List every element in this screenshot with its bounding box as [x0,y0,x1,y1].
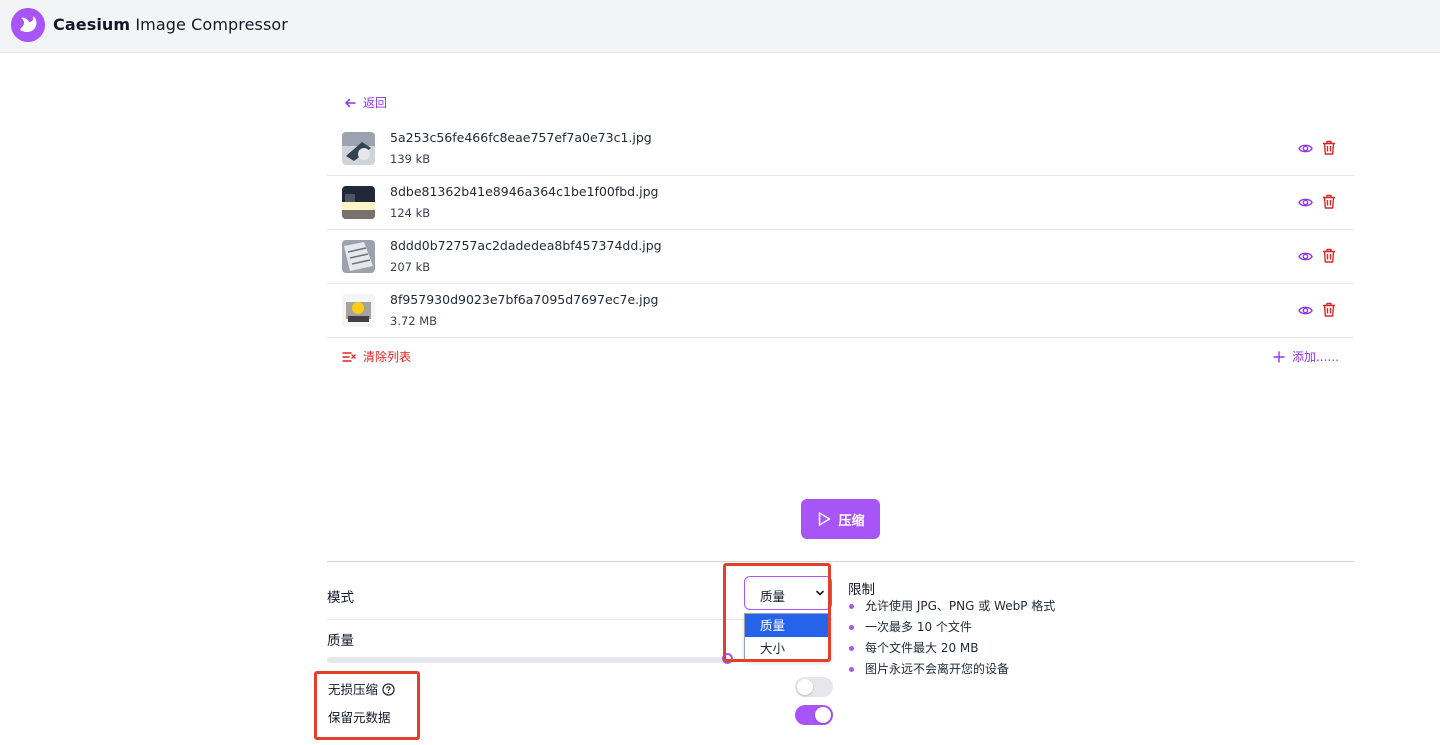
clear-list-button[interactable]: 清除列表 [342,348,411,365]
file-size: 139 kB [390,152,431,166]
add-files-button[interactable]: 添加...... [1273,348,1339,365]
list-item: 允许使用 JPG、PNG 或 WebP 格式 [848,598,1055,619]
mode-select[interactable]: 质量 [744,576,832,610]
lossless-toggle[interactable] [795,677,833,697]
limit-text: 图片永远不会离开您的设备 [865,662,1010,676]
limit-text: 每个文件最大 20 MB [865,641,979,655]
image-thumbnail [342,132,375,165]
keep-metadata-label: 保留元数据 [328,710,391,725]
mode-dropdown-menu: 质量 大小 [744,613,830,661]
list-item: 一次最多 10 个文件 [848,619,1055,640]
mode-select-value: 质量 [760,589,786,604]
file-name: 8ddd0b72757ac2dadedea8bf457374dd.jpg [390,238,662,253]
compress-button[interactable]: 压缩 [801,499,880,539]
bullet-icon [849,625,854,630]
mode-option-quality[interactable]: 质量 [745,614,829,637]
arrow-left-icon [345,98,356,107]
image-thumbnail [342,186,375,219]
app-title: Caesium Image Compressor [53,15,288,34]
bullet-icon [849,667,854,672]
lossless-label-text: 无损压缩 [328,682,379,697]
title-bar: Caesium Image Compressor [0,0,1440,53]
mode-option-size[interactable]: 大小 [745,637,829,660]
preview-eye-icon[interactable] [1298,195,1313,210]
clear-list-icon [342,351,356,362]
file-name: 8dbe81362b41e8946a364c1be1f00fbd.jpg [390,184,659,199]
file-name: 8f957930d9023e7bf6a7095d7697ec7e.jpg [390,292,659,307]
app-title-rest: Image Compressor [130,15,288,34]
limits-title: 限制 [848,582,875,598]
preview-eye-icon[interactable] [1298,249,1313,264]
file-size: 124 kB [390,206,431,220]
divider [327,561,1354,562]
play-icon [819,512,831,526]
bullet-icon [849,604,854,609]
list-item: 8ddd0b72757ac2dadedea8bf457374dd.jpg 207… [327,230,1354,284]
delete-trash-icon[interactable] [1322,140,1336,155]
app-title-bold: Caesium [53,15,131,34]
quality-slider-track[interactable] [327,657,729,663]
list-item: 图片永远不会离开您的设备 [848,661,1055,682]
back-link[interactable]: 返回 [343,94,387,111]
list-item: 每个文件最大 20 MB [848,640,1055,661]
quality-label: 质量 [327,633,354,649]
limit-text: 允许使用 JPG、PNG 或 WebP 格式 [865,599,1056,613]
limit-text: 一次最多 10 个文件 [865,620,972,634]
toggle-knob [815,707,831,723]
add-files-label: 添加...... [1292,350,1339,364]
chevron-down-icon [816,590,824,596]
mode-label: 模式 [327,590,354,606]
file-size: 207 kB [390,260,431,274]
limits-list: 允许使用 JPG、PNG 或 WebP 格式 一次最多 10 个文件 每个文件最… [848,598,1055,682]
compress-label: 压缩 [838,513,865,529]
list-item: 8dbe81362b41e8946a364c1be1f00fbd.jpg 124… [327,176,1354,230]
list-item: 5a253c56fe466fc8eae757ef7a0e73c1.jpg 139… [327,122,1354,176]
toggle-knob [797,679,813,695]
app-logo-icon [11,8,45,42]
preview-eye-icon[interactable] [1298,303,1313,318]
file-list: 5a253c56fe466fc8eae757ef7a0e73c1.jpg 139… [327,122,1354,338]
bullet-icon [849,646,854,651]
preview-eye-icon[interactable] [1298,141,1313,156]
delete-trash-icon[interactable] [1322,194,1336,209]
help-circle-icon[interactable] [382,683,395,696]
file-size: 3.72 MB [390,314,438,328]
image-thumbnail [342,294,375,327]
file-name: 5a253c56fe466fc8eae757ef7a0e73c1.jpg [390,130,652,145]
delete-trash-icon[interactable] [1322,302,1336,317]
delete-trash-icon[interactable] [1322,248,1336,263]
keep-metadata-toggle[interactable] [795,705,833,725]
list-item: 8f957930d9023e7bf6a7095d7697ec7e.jpg 3.7… [327,284,1354,338]
lossless-label: 无损压缩 [328,679,395,698]
plus-icon [1273,350,1285,363]
quality-slider-thumb[interactable] [722,653,733,664]
image-thumbnail [342,240,375,273]
clear-list-label: 清除列表 [363,350,412,364]
back-label: 返回 [363,96,388,110]
